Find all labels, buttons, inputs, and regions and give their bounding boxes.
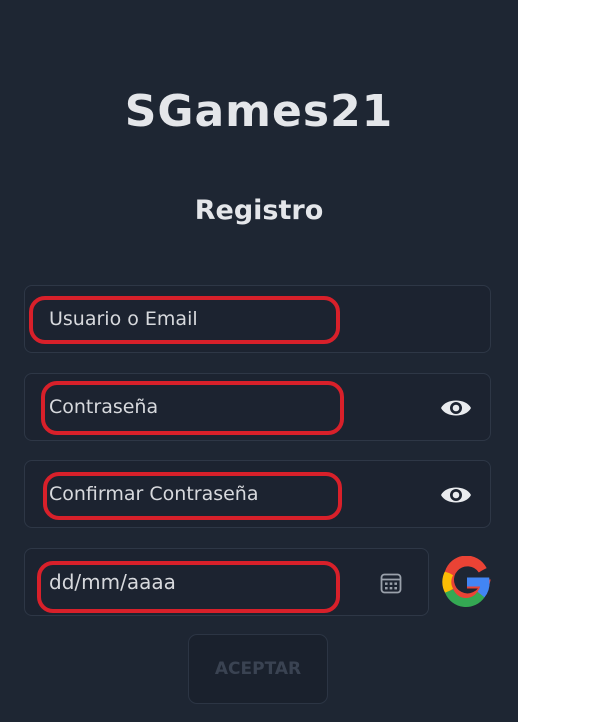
google-icon[interactable] xyxy=(441,556,493,608)
page-title: Registro xyxy=(194,195,324,226)
username-email-input[interactable] xyxy=(25,286,490,352)
registration-panel: SGames21 Registro Usuario o Email dd/mm/… xyxy=(0,0,518,722)
date-field-container xyxy=(24,548,429,616)
accept-button[interactable]: ACEPTAR xyxy=(188,634,328,704)
eye-icon[interactable] xyxy=(440,482,472,508)
username-field-container xyxy=(24,285,491,353)
confirm-password-field-container xyxy=(24,460,491,528)
password-input[interactable] xyxy=(25,374,490,440)
app-logo: SGames21 xyxy=(124,86,394,137)
password-field-container xyxy=(24,373,491,441)
eye-icon[interactable] xyxy=(440,395,472,421)
birthdate-input[interactable] xyxy=(25,549,428,615)
calendar-icon[interactable] xyxy=(380,572,402,594)
confirm-password-input[interactable] xyxy=(25,461,490,527)
